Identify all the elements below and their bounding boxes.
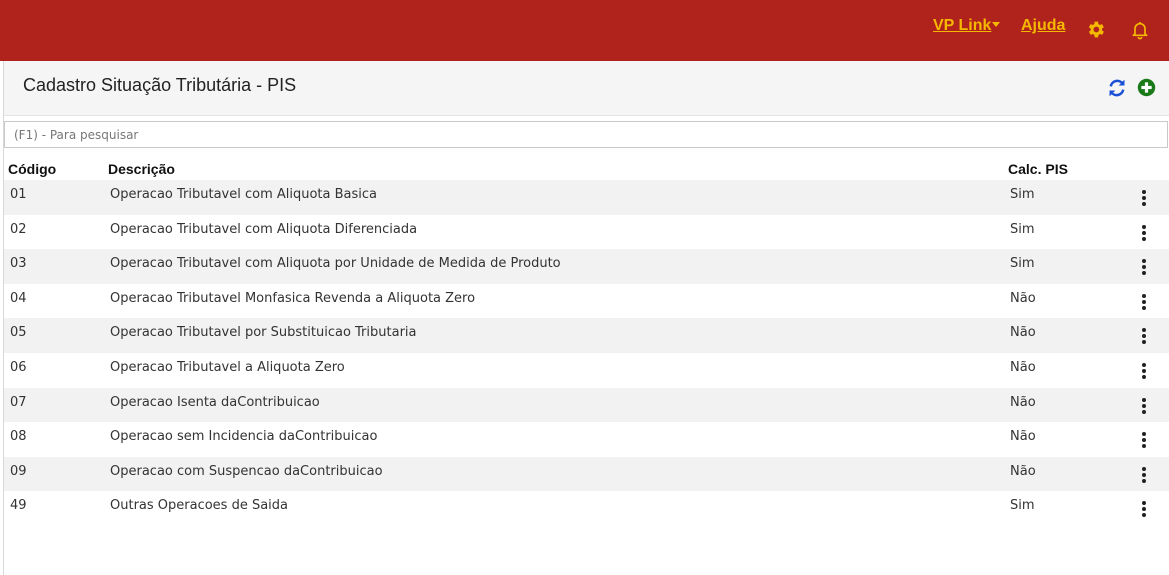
cell-calc-pis: Sim [1010,498,1035,514]
refresh-icon[interactable] [1107,78,1127,98]
more-vertical-icon[interactable] [1138,293,1150,311]
more-vertical-icon[interactable] [1138,431,1150,449]
gear-icon[interactable] [1085,19,1106,40]
cell-code: 01 [10,187,27,202]
cell-code: 49 [10,498,27,514]
main-panel: Cadastro Situação Tributária - PIS Códig… [3,61,1169,575]
cell-code: 09 [10,463,27,479]
cell-description: Operacao Tributavel por Substituicao Tri… [110,325,417,341]
column-header-code[interactable]: Código [8,161,56,177]
table-row[interactable]: 02 Operacao Tributavel com Aliquota Dife… [4,215,1169,250]
table-row[interactable]: 05 Operacao Tributavel por Substituicao … [4,318,1169,353]
cell-calc-pis: Não [1010,463,1036,479]
cell-description: Operacao Tributavel com Aliquota Diferen… [110,221,418,237]
more-vertical-icon[interactable] [1138,189,1150,207]
table-row[interactable]: 07 Operacao Isenta daContribuicao Não [4,387,1169,423]
table-row[interactable]: 04 Operacao Tributavel Monfasica Revenda… [4,284,1169,319]
cell-description: Operacao Tributavel com Aliquota Basica [110,187,378,202]
top-bar: VP Link Ajuda [0,0,1169,61]
cell-description: Operacao Tributavel a Aliquota Zero [110,359,345,375]
cell-description: Outras Operacoes de Saida [110,498,289,514]
cell-code: 04 [10,290,27,306]
column-header-description[interactable]: Descrição [108,161,175,177]
cell-code: 07 [10,394,27,410]
cell-code: 03 [10,256,27,272]
cell-description: Operacao Isenta daContribuicao [110,394,320,410]
more-vertical-icon[interactable] [1138,466,1150,484]
vp-link-label: VP Link [933,17,992,34]
cell-code: 02 [10,221,27,237]
cell-description: Operacao Tributavel com Aliquota por Uni… [110,256,561,272]
search-input[interactable] [4,121,1168,148]
page-title: Cadastro Situação Tributária - PIS [23,75,297,95]
chevron-down-icon [992,22,1001,27]
table-row[interactable]: 03 Operacao Tributavel com Aliquota por … [4,249,1169,284]
cell-calc-pis: Não [1010,394,1036,410]
cell-calc-pis: Não [1010,359,1036,375]
cell-calc-pis: Sim [1010,256,1035,272]
cell-calc-pis: Não [1010,325,1036,341]
table-row[interactable]: 01 Operacao Tributavel com Aliquota Basi… [4,180,1169,215]
page-header: Cadastro Situação Tributária - PIS [4,61,1169,116]
add-icon[interactable] [1137,78,1156,97]
cell-code: 05 [10,325,27,341]
more-vertical-icon[interactable] [1138,224,1150,242]
cell-calc-pis: Não [1010,290,1036,306]
more-vertical-icon[interactable] [1138,362,1150,380]
table-row[interactable]: 09 Operacao com Suspencao daContribuicao… [4,456,1169,492]
cell-calc-pis: Sim [1010,221,1035,237]
table-body: 01 Operacao Tributavel com Aliquota Basi… [4,180,1169,526]
more-vertical-icon[interactable] [1138,500,1150,518]
more-vertical-icon[interactable] [1138,327,1150,345]
cell-description: Operacao Tributavel Monfasica Revenda a … [110,290,476,306]
table-row[interactable]: 49 Outras Operacoes de Saida Sim [4,491,1169,526]
cell-code: 08 [10,429,27,445]
cell-calc-pis: Não [1010,429,1036,445]
cell-calc-pis: Sim [1010,187,1035,202]
cell-description: Operacao sem Incidencia daContribuicao [110,429,378,445]
help-link[interactable]: Ajuda [1021,17,1065,35]
cell-description: Operacao com Suspencao daContribuicao [110,463,383,479]
table-row[interactable]: 06 Operacao Tributavel a Aliquota Zero N… [4,353,1169,388]
bell-icon[interactable] [1130,19,1150,40]
vp-link-menu[interactable]: VP Link [933,17,1001,35]
cell-code: 06 [10,359,27,375]
column-header-calc-pis[interactable]: Calc. PIS [1008,161,1068,177]
table-row[interactable]: 08 Operacao sem Incidencia daContribuica… [4,422,1169,457]
more-vertical-icon[interactable] [1138,258,1150,276]
more-vertical-icon[interactable] [1138,397,1150,415]
